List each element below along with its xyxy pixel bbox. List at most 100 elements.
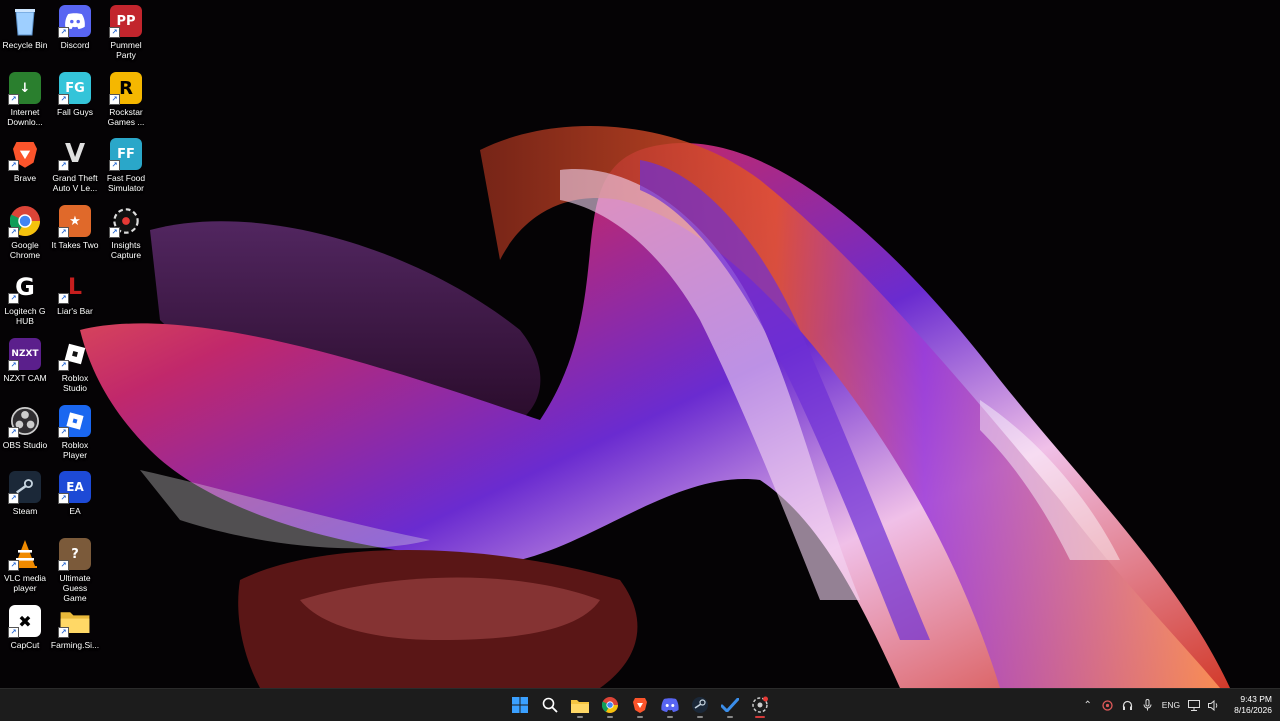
shortcut-arrow-icon: ↗ xyxy=(8,560,19,571)
desktop-icon-roblox-player[interactable]: ↗ Roblox Player xyxy=(50,400,100,464)
chrome-button[interactable] xyxy=(598,691,622,719)
shortcut-arrow-icon: ↗ xyxy=(109,227,120,238)
desktop-icon-fast-food-simulator[interactable]: FF ↗ Fast Food Simulator xyxy=(101,133,151,197)
system-tray: ⌃ ENG 9:43 PM 8/16/2026 xyxy=(1082,689,1272,721)
desktop-icon-ea[interactable]: EA ↗ EA xyxy=(50,466,100,530)
desktop-icon-insights-capture[interactable]: ↗ Insights Capture xyxy=(101,200,151,264)
desktop-icon-label: OBS Studio xyxy=(2,440,48,450)
show-hidden-icons-chevron-up-icon[interactable]: ⌃ xyxy=(1082,699,1094,711)
desktop-icon-vlc[interactable]: ↗ VLC media player xyxy=(0,533,50,597)
desktop-icon-internet-download-manager[interactable]: ↓ ↗ Internet Downlo... xyxy=(0,67,50,131)
start-button[interactable] xyxy=(508,691,532,719)
network-icon[interactable] xyxy=(1188,699,1201,711)
shortcut-arrow-icon: ↗ xyxy=(8,627,19,638)
desktop-icon-fall-guys[interactable]: FG ↗ Fall Guys xyxy=(50,67,100,131)
shortcut-arrow-icon: ↗ xyxy=(58,493,69,504)
desktop-icon-label: Brave xyxy=(13,173,37,183)
desktop-icon-label: NZXT CAM xyxy=(3,373,47,383)
logitech-g-hub-icon: G ↗ xyxy=(8,271,41,304)
nzxt-cam-icon: NZXT ↗ xyxy=(8,338,41,371)
insights-capture-tray-icon[interactable] xyxy=(1102,699,1114,711)
desktop-icon-liars-bar[interactable]: L ↗ Liar's Bar xyxy=(50,266,100,330)
shortcut-arrow-icon: ↗ xyxy=(8,427,19,438)
desktop-icon-label: EA xyxy=(69,506,81,516)
shortcut-arrow-icon: ↗ xyxy=(109,160,120,171)
insights-capture-icon: ↗ xyxy=(109,205,142,238)
desktop-icon-roblox-studio[interactable]: ↗ Roblox Studio xyxy=(50,333,100,397)
desktop-icon-label: Rockstar Games ... xyxy=(107,107,145,127)
desktop-icon-it-takes-two[interactable]: ★ ↗ It Takes Two xyxy=(50,200,100,264)
discord-button[interactable] xyxy=(658,691,682,719)
shortcut-arrow-icon: ↗ xyxy=(8,493,19,504)
headset-icon[interactable] xyxy=(1122,699,1134,711)
roblox-player-icon: ↗ xyxy=(58,405,91,438)
insights-capture-button[interactable] xyxy=(748,691,772,719)
shortcut-arrow-icon: ↗ xyxy=(8,160,19,171)
steam-icon xyxy=(692,697,708,713)
desktop-icon-obs-studio[interactable]: ↗ OBS Studio xyxy=(0,400,50,464)
desktop-icon-label: VLC media player xyxy=(3,573,47,593)
shortcut-arrow-icon: ↗ xyxy=(58,293,69,304)
insights-capture-icon xyxy=(752,696,768,713)
desktop-icon-label: It Takes Two xyxy=(51,240,99,250)
liars-bar-icon: L ↗ xyxy=(58,271,91,304)
desktop-icon-gta-v[interactable]: V ↗ Grand Theft Auto V Le... xyxy=(50,133,100,197)
desktop-icon-folder[interactable]: ↗ Farming.Si... xyxy=(50,600,100,664)
desktop-icon-discord[interactable]: ↗ Discord xyxy=(50,0,100,64)
desktop-icon-pummel-party[interactable]: PP ↗ Pummel Party xyxy=(101,0,151,64)
desktop-icon-rockstar-games[interactable]: R ↗ Rockstar Games ... xyxy=(101,67,151,131)
desktop-wallpaper xyxy=(0,0,1280,688)
shortcut-arrow-icon: ↗ xyxy=(109,94,120,105)
chrome-icon xyxy=(602,697,618,713)
shortcut-arrow-icon: ↗ xyxy=(58,560,69,571)
checkmark-icon xyxy=(721,698,739,712)
steam-button[interactable] xyxy=(688,691,712,719)
language-indicator[interactable]: ENG xyxy=(1162,700,1180,710)
search-icon xyxy=(542,697,558,713)
taskbar-pinned-apps xyxy=(508,689,772,721)
desktop-icon-brave[interactable]: ↗ Brave xyxy=(0,133,50,197)
rockstar-games-icon: R ↗ xyxy=(109,72,142,105)
desktop-icon-ultimate-guess-game[interactable]: ? ↗ Ultimate Guess Game xyxy=(50,533,100,603)
shortcut-arrow-icon: ↗ xyxy=(58,627,69,638)
volume-icon[interactable] xyxy=(1208,699,1220,711)
brave-icon xyxy=(633,698,647,713)
shortcut-arrow-icon: ↗ xyxy=(58,227,69,238)
desktop-icon-capcut[interactable]: ✖ ↗ CapCut xyxy=(0,600,50,664)
desktop-icon-nzxt-cam[interactable]: NZXT ↗ NZXT CAM xyxy=(0,333,50,397)
desktop-icon-label: Fast Food Simulator xyxy=(106,173,146,193)
desktop-icon-label: Internet Downlo... xyxy=(7,107,43,127)
shortcut-arrow-icon: ↗ xyxy=(58,27,69,38)
roblox-studio-icon: ↗ xyxy=(58,338,91,371)
desktop-icon-label: Insights Capture xyxy=(110,240,142,260)
fast-food-simulator-icon: FF ↗ xyxy=(109,138,142,171)
shortcut-arrow-icon: ↗ xyxy=(58,427,69,438)
shortcut-arrow-icon: ↗ xyxy=(109,27,120,38)
clock[interactable]: 9:43 PM 8/16/2026 xyxy=(1234,694,1272,716)
desktop-icon-label: Logitech G HUB xyxy=(4,306,46,326)
brave-icon: ↗ xyxy=(8,138,41,171)
clock-date: 8/16/2026 xyxy=(1234,705,1272,715)
todo-button[interactable] xyxy=(718,691,742,719)
desktop-icon-logitech-g-hub[interactable]: G ↗ Logitech G HUB xyxy=(0,266,50,330)
discord-icon xyxy=(661,698,679,712)
ea-icon: EA ↗ xyxy=(58,471,91,504)
desktop-icon-label: Roblox Player xyxy=(61,440,89,460)
fall-guys-icon: FG ↗ xyxy=(58,72,91,105)
folder-icon: ↗ xyxy=(58,605,91,638)
desktop-icon-label: CapCut xyxy=(10,640,40,650)
desktop-icon-steam[interactable]: ↗ Steam xyxy=(0,466,50,530)
desktop-icon-recycle-bin[interactable]: Recycle Bin xyxy=(0,0,50,64)
file-explorer-button[interactable] xyxy=(568,691,592,719)
desktop-icon-label: Pummel Party xyxy=(110,40,142,60)
chrome-icon: ↗ xyxy=(8,205,41,238)
search-button[interactable] xyxy=(538,691,562,719)
desktop-icon-label: Google Chrome xyxy=(9,240,41,260)
microphone-icon[interactable] xyxy=(1142,699,1154,711)
capcut-icon: ✖ ↗ xyxy=(8,605,41,638)
internet-download-manager-icon: ↓ ↗ xyxy=(8,72,41,105)
desktop-icon-chrome[interactable]: ↗ Google Chrome xyxy=(0,200,50,264)
desktop-icon-label: Farming.Si... xyxy=(50,640,100,650)
brave-button[interactable] xyxy=(628,691,652,719)
shortcut-arrow-icon: ↗ xyxy=(8,94,19,105)
